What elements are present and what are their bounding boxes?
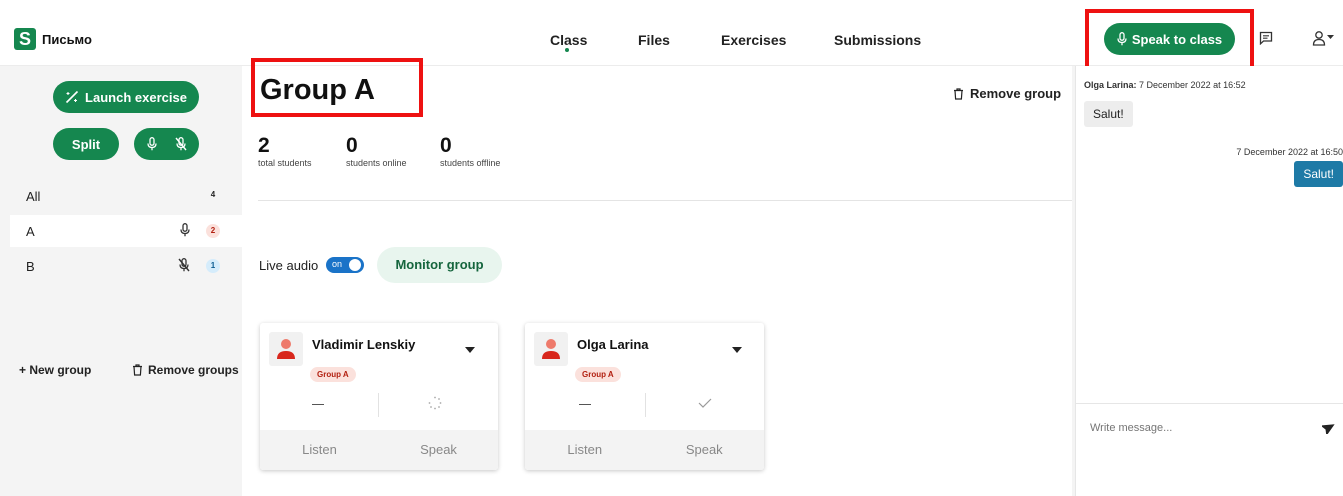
stat-students-offline: 0 students offline: [440, 134, 500, 168]
microphone-icon: [1117, 32, 1127, 46]
sidebar: Launch exercise Split All 4 A 2 B 1 + Ne…: [0, 66, 242, 496]
message-meta: Olga Larina: 7 December 2022 at 16:52: [1084, 80, 1246, 90]
chat-message-bubble: Salut!: [1294, 161, 1343, 187]
account-menu-icon[interactable]: [1312, 30, 1336, 46]
group-item-b[interactable]: B 1: [10, 250, 242, 282]
remove-group-button[interactable]: Remove group: [953, 86, 1061, 101]
group-label: A: [26, 224, 35, 239]
stat-total-students: 2 total students: [258, 134, 312, 168]
main-panel: Group A Remove group 2 total students 0 …: [242, 58, 1072, 496]
student-card: Olga Larina Group A Listen Speak: [525, 323, 764, 470]
stat-value: 0: [440, 134, 452, 157]
launch-exercise-button[interactable]: Launch exercise: [53, 81, 199, 113]
group-count-badge: 1: [206, 259, 220, 273]
toggle-knob: [349, 259, 361, 271]
monitor-group-button[interactable]: Monitor group: [377, 247, 502, 283]
dash-icon: [579, 404, 591, 405]
remove-groups-label: Remove groups: [148, 363, 239, 377]
divider: [378, 393, 379, 417]
student-card: Vladimir Lenskiy Group A Listen Speak: [260, 323, 498, 470]
toggle-state-label: on: [332, 259, 343, 269]
new-group-button[interactable]: + New group: [19, 363, 91, 377]
listen-button[interactable]: Listen: [525, 430, 645, 470]
speak-to-class-button[interactable]: Speak to class: [1104, 23, 1235, 55]
message-time: 7 December 2022 at 16:50: [1236, 147, 1343, 157]
group-label: B: [26, 259, 35, 274]
remove-group-label: Remove group: [970, 86, 1062, 101]
microphone-icon: [180, 223, 190, 237]
group-mic-controls: [134, 128, 199, 160]
send-icon[interactable]: [1322, 421, 1336, 434]
group-item-a[interactable]: A 2: [10, 215, 242, 247]
chat-toggle-icon[interactable]: [1259, 31, 1273, 45]
live-audio-toggle[interactable]: on: [326, 257, 364, 273]
top-bar: S Письмо Class Files Exercises Submissio…: [0, 0, 1343, 70]
checkmark-icon: [698, 398, 712, 408]
chat-message-bubble: Salut!: [1084, 101, 1133, 127]
chevron-down-icon[interactable]: [465, 347, 475, 353]
student-name: Olga Larina: [577, 337, 649, 352]
avatar: [269, 332, 303, 366]
group-label: All: [26, 189, 41, 204]
live-audio-label: Live audio: [259, 258, 319, 273]
group-count-badge: 2: [206, 224, 220, 238]
divider: [258, 200, 1072, 201]
stat-value: 2: [258, 134, 270, 157]
tab-exercises[interactable]: Exercises: [721, 32, 786, 48]
mic-on-button[interactable]: [146, 137, 157, 151]
stat-label: students online: [346, 158, 407, 168]
trash-icon: [953, 87, 964, 100]
highlight-box: [251, 58, 423, 117]
brand-name: Письмо: [42, 32, 92, 47]
chat-panel: Olga Larina: 7 December 2022 at 16:52 Sa…: [1075, 66, 1343, 496]
group-count-badge: 4: [210, 190, 216, 199]
loading-spinner-icon: [428, 396, 442, 410]
microphone-off-icon: [178, 258, 190, 272]
stat-label: total students: [258, 158, 312, 168]
speak-to-class-label: Speak to class: [1131, 31, 1223, 47]
message-sender: Olga Larina:: [1084, 80, 1137, 90]
stat-label: students offline: [440, 158, 501, 168]
tab-files[interactable]: Files: [638, 32, 670, 48]
group-tag: Group A: [575, 367, 621, 382]
split-button[interactable]: Split: [53, 128, 119, 160]
speak-button[interactable]: Speak: [645, 430, 765, 470]
message-time: 7 December 2022 at 16:52: [1139, 80, 1246, 90]
card-actions: Listen Speak: [260, 430, 498, 470]
dash-icon: [312, 404, 324, 405]
tab-submissions[interactable]: Submissions: [834, 32, 921, 48]
mic-off-button[interactable]: [174, 137, 187, 151]
tab-class[interactable]: Class: [550, 32, 587, 48]
group-item-all[interactable]: All 4: [10, 180, 242, 212]
divider: [645, 393, 646, 417]
active-tab-indicator: [565, 48, 569, 52]
stat-students-online: 0 students online: [346, 134, 407, 168]
message-input[interactable]: [1090, 418, 1310, 438]
trash-icon: [132, 364, 143, 376]
remove-groups-button[interactable]: Remove groups: [132, 363, 239, 377]
student-name: Vladimir Lenskiy: [312, 337, 416, 352]
magic-wand-icon: [65, 90, 79, 104]
launch-exercise-label: Launch exercise: [85, 89, 187, 105]
divider: [1076, 403, 1343, 404]
app-logo: S: [14, 28, 36, 50]
chevron-down-icon[interactable]: [732, 347, 742, 353]
stat-value: 0: [346, 134, 358, 157]
listen-button[interactable]: Listen: [260, 430, 379, 470]
group-tag: Group A: [310, 367, 356, 382]
speak-button[interactable]: Speak: [379, 430, 498, 470]
avatar: [534, 332, 568, 366]
card-actions: Listen Speak: [525, 430, 764, 470]
